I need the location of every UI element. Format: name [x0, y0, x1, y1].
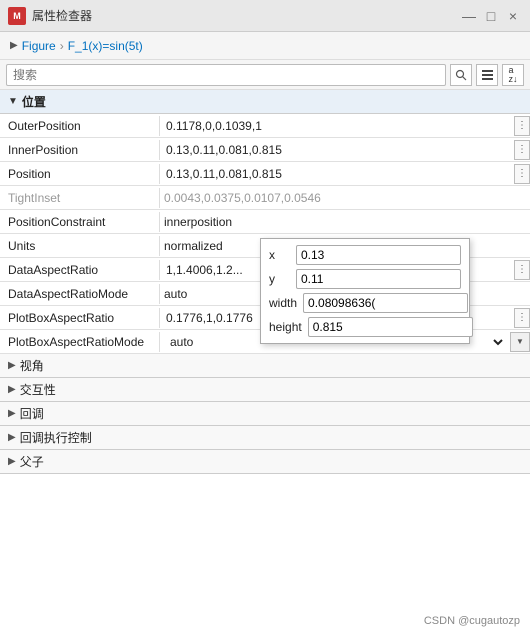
prop-name-positionconstraint: PositionConstraint — [0, 212, 160, 232]
prop-name-plotboxmode: PlotBoxAspectRatioMode — [0, 332, 160, 352]
tightinset-text: 0.0043,0.0375,0.0107,0.0546 — [164, 191, 321, 205]
units-text: normalized — [164, 239, 223, 253]
prop-value-innerposition — [160, 141, 514, 159]
popup-row-height: height — [269, 317, 461, 337]
dataaspect-menu-btn[interactable]: ⋮ — [514, 260, 530, 280]
outerposition-input[interactable] — [164, 119, 510, 133]
position-menu-btn[interactable]: ⋮ — [514, 164, 530, 184]
sort-icon-label: az↓ — [509, 66, 518, 84]
popup-height-input[interactable] — [308, 317, 473, 337]
popup-row-y: y — [269, 269, 461, 289]
list-icon — [481, 68, 494, 81]
section-position-title: 位置 — [22, 93, 46, 110]
section-callbackexec-arrow: ▶ — [8, 432, 16, 443]
prop-row-positionconstraint: PositionConstraint innerposition — [0, 210, 530, 234]
popup-row-x: x — [269, 245, 461, 265]
popup-y-label: y — [269, 272, 290, 286]
popup-height-label: height — [269, 320, 302, 334]
prop-value-tightinset: 0.0043,0.0375,0.0107,0.0546 — [160, 189, 530, 207]
section-parentchild-header[interactable]: ▶ 父子 — [0, 450, 530, 474]
section-parentchild-arrow: ▶ — [8, 456, 16, 467]
prop-value-outerposition — [160, 117, 514, 135]
innerposition-menu-btn[interactable]: ⋮ — [514, 140, 530, 160]
section-parentchild-title: 父子 — [20, 453, 44, 470]
matlab-icon-label: M — [13, 11, 21, 21]
outerposition-menu-btn[interactable]: ⋮ — [514, 116, 530, 136]
main-content: ▼ 位置 OuterPosition ⋮ InnerPosition ⋮ Pos… — [0, 90, 530, 633]
prop-name-position: Position — [0, 164, 160, 184]
prop-row-position: Position ⋮ — [0, 162, 530, 186]
popup-width-input[interactable] — [303, 293, 468, 313]
search-input[interactable] — [6, 64, 446, 86]
prop-value-positionconstraint: innerposition — [160, 213, 530, 231]
popup-y-input[interactable] — [296, 269, 461, 289]
section-callbackexec-title: 回调执行控制 — [20, 429, 92, 446]
position-popup: x y width height — [260, 238, 470, 344]
search-bar: az↓ — [0, 60, 530, 90]
popup-x-input[interactable] — [296, 245, 461, 265]
prop-row-innerposition: InnerPosition ⋮ — [0, 138, 530, 162]
breadcrumb-function[interactable]: F_1(x)=sin(5t) — [68, 39, 143, 53]
prop-name-units: Units — [0, 236, 160, 256]
titlebar-left: M 属性检查器 — [8, 7, 92, 25]
titlebar-title: 属性检查器 — [32, 7, 92, 24]
section-callback-arrow: ▶ — [8, 408, 16, 419]
section-interaction-title: 交互性 — [20, 381, 56, 398]
section-view-title: 视角 — [20, 357, 44, 374]
prop-name-tightinset: TightInset — [0, 188, 160, 208]
prop-row-outerposition: OuterPosition ⋮ — [0, 114, 530, 138]
maximize-button[interactable]: □ — [482, 7, 500, 25]
breadcrumb-separator: › — [60, 39, 64, 53]
breadcrumb-collapse-arrow[interactable]: ▶ — [10, 40, 18, 51]
titlebar-controls: — □ × — [460, 7, 522, 25]
position-input[interactable] — [164, 167, 510, 181]
prop-name-dataaspectmode: DataAspectRatioMode — [0, 284, 160, 304]
section-view-arrow: ▶ — [8, 360, 16, 371]
breadcrumb-figure[interactable]: Figure — [22, 39, 56, 53]
section-callback-header[interactable]: ▶ 回调 — [0, 402, 530, 426]
prop-row-tightinset: TightInset 0.0043,0.0375,0.0107,0.0546 — [0, 186, 530, 210]
prop-name-outerposition: OuterPosition — [0, 116, 160, 136]
section-position-arrow: ▼ — [8, 96, 18, 107]
innerposition-input[interactable] — [164, 143, 510, 157]
section-view-header[interactable]: ▶ 视角 — [0, 354, 530, 378]
popup-width-label: width — [269, 296, 297, 310]
popup-row-width: width — [269, 293, 461, 313]
search-button[interactable] — [450, 64, 472, 86]
prop-name-innerposition: InnerPosition — [0, 140, 160, 160]
minimize-button[interactable]: — — [460, 7, 478, 25]
positionconstraint-text: innerposition — [164, 215, 232, 229]
titlebar: M 属性检查器 — □ × — [0, 0, 530, 32]
dataaspectmode-text: auto — [164, 287, 187, 301]
plotbox-menu-btn[interactable]: ⋮ — [514, 308, 530, 328]
close-button[interactable]: × — [504, 7, 522, 25]
prop-value-position — [160, 165, 514, 183]
prop-name-plotbox: PlotBoxAspectRatio — [0, 308, 160, 328]
section-position-header[interactable]: ▼ 位置 — [0, 90, 530, 114]
watermark: CSDN @cugautozp — [424, 615, 520, 627]
matlab-icon: M — [8, 7, 26, 25]
section-interaction-header[interactable]: ▶ 交互性 — [0, 378, 530, 402]
list-view-button[interactable] — [476, 64, 498, 86]
plotboxmode-dropdown-btn[interactable]: ▼ — [510, 332, 530, 352]
prop-name-dataaspect: DataAspectRatio — [0, 260, 160, 280]
section-callback-title: 回调 — [20, 405, 44, 422]
popup-x-label: x — [269, 248, 290, 262]
section-callbackexec-header[interactable]: ▶ 回调执行控制 — [0, 426, 530, 450]
section-interaction-arrow: ▶ — [8, 384, 16, 395]
search-icon — [455, 69, 467, 81]
sort-button[interactable]: az↓ — [502, 64, 524, 86]
breadcrumb: ▶ Figure › F_1(x)=sin(5t) — [0, 32, 530, 60]
